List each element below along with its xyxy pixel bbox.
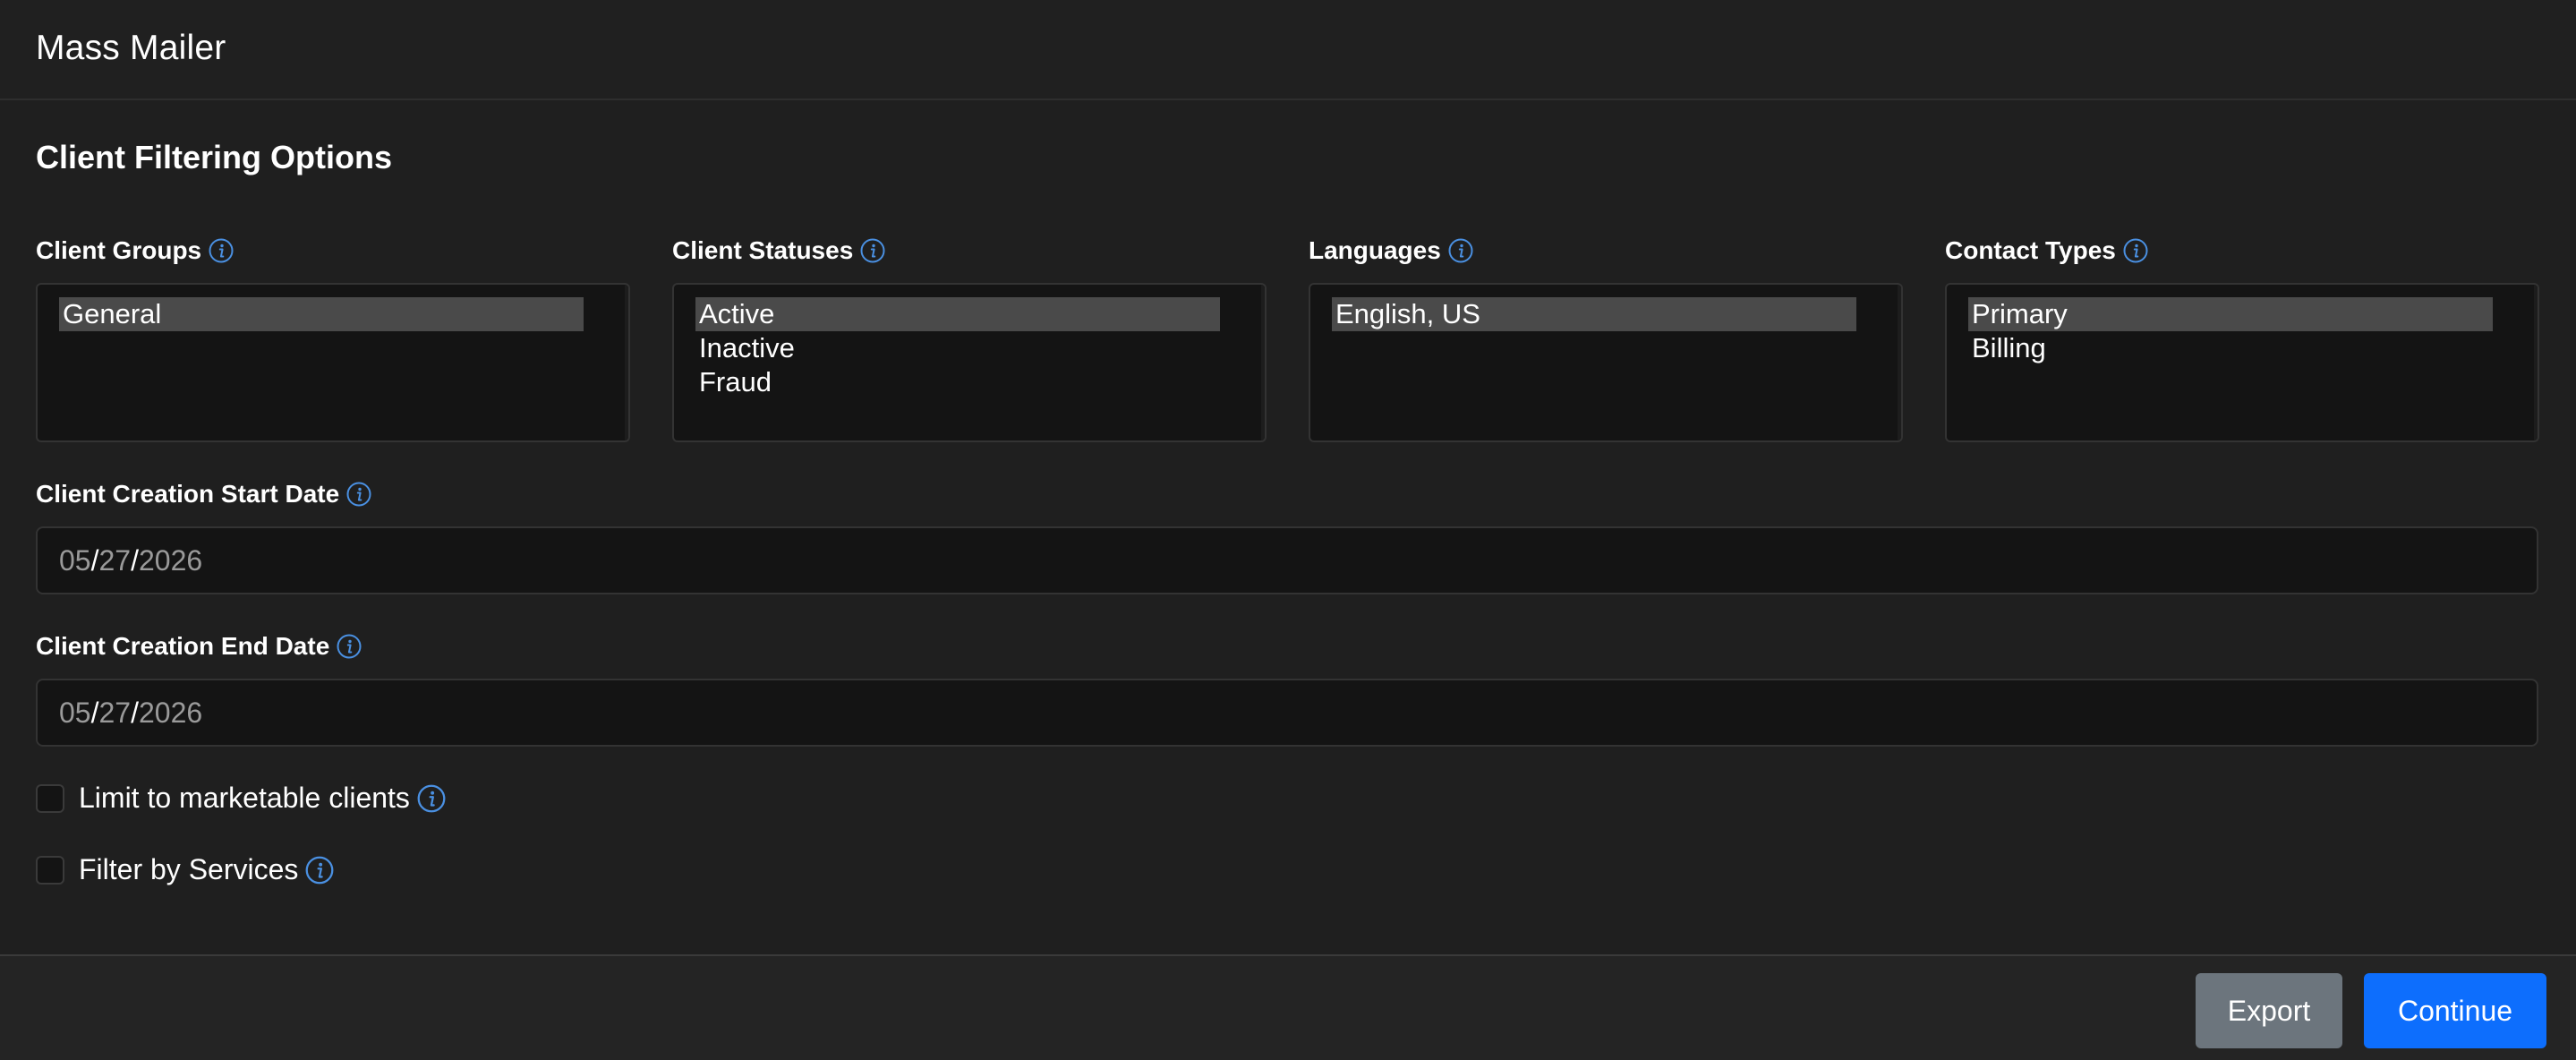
date-separator: / [90, 696, 99, 729]
export-button[interactable]: Export [2196, 973, 2342, 1048]
contact-types-label: Contact Types [1945, 236, 2148, 265]
start-date-label-text: Client Creation Start Date [36, 480, 340, 508]
end-date-month[interactable]: 05 [59, 697, 91, 730]
client-statuses-select[interactable]: Active Inactive Fraud [672, 283, 1267, 442]
info-icon[interactable] [860, 238, 885, 263]
languages-select[interactable]: English, US [1309, 283, 1903, 442]
filter-by-services-checkbox[interactable] [36, 855, 64, 885]
select-option[interactable]: English, US [1332, 297, 1856, 331]
listbox-scrollbar[interactable] [1261, 285, 1265, 440]
contact-types-select[interactable]: Primary Billing [1945, 283, 2539, 442]
end-date-input[interactable]: 05/27/2026 [36, 679, 2538, 747]
client-statuses-label: Client Statuses [672, 236, 885, 265]
info-icon[interactable] [337, 634, 362, 659]
marketable-clients-label[interactable]: Limit to marketable clients [79, 782, 410, 815]
client-groups-select[interactable]: General [36, 283, 630, 442]
start-date-day[interactable]: 27 [98, 544, 131, 577]
end-date-label: Client Creation End Date [36, 632, 362, 661]
modal-header: Mass Mailer [0, 0, 2576, 100]
select-option[interactable]: Inactive [695, 331, 1220, 365]
marketable-clients-checkbox[interactable] [36, 783, 64, 813]
client-statuses-label-text: Client Statuses [672, 236, 854, 264]
languages-label: Languages [1309, 236, 1473, 265]
filter-by-services-label[interactable]: Filter by Services [79, 853, 298, 886]
info-icon[interactable] [346, 482, 371, 507]
date-separator: / [131, 543, 139, 577]
select-option[interactable]: Primary [1968, 297, 2493, 331]
info-icon[interactable] [2123, 238, 2148, 263]
listbox-scrollbar[interactable] [625, 285, 628, 440]
start-date-input[interactable]: 05/27/2026 [36, 526, 2538, 594]
select-option[interactable]: Billing [1968, 331, 2493, 365]
info-icon[interactable] [209, 238, 234, 263]
info-icon[interactable] [1448, 238, 1473, 263]
info-icon[interactable] [417, 784, 446, 813]
contact-types-label-text: Contact Types [1945, 236, 2116, 264]
modal-footer: Export Continue [0, 954, 2576, 1060]
info-icon[interactable] [305, 856, 334, 885]
start-date-label: Client Creation Start Date [36, 480, 371, 509]
marketable-clients-option[interactable]: Limit to marketable clients [36, 782, 446, 815]
filter-by-services-option[interactable]: Filter by Services [36, 853, 334, 886]
select-option[interactable]: General [59, 297, 584, 331]
select-option[interactable]: Fraud [695, 365, 1220, 399]
client-groups-label-text: Client Groups [36, 236, 202, 264]
listbox-scrollbar[interactable] [1898, 285, 1901, 440]
languages-label-text: Languages [1309, 236, 1441, 264]
client-groups-label: Client Groups [36, 236, 234, 265]
date-separator: / [131, 696, 139, 729]
start-date-month[interactable]: 05 [59, 544, 91, 577]
date-separator: / [90, 543, 99, 577]
listbox-scrollbar[interactable] [2534, 285, 2538, 440]
end-date-label-text: Client Creation End Date [36, 632, 330, 660]
end-date-day[interactable]: 27 [98, 697, 131, 730]
modal-title: Mass Mailer [36, 29, 226, 67]
select-option[interactable]: Active [695, 297, 1220, 331]
continue-button[interactable]: Continue [2364, 973, 2546, 1048]
start-date-year[interactable]: 2026 [139, 544, 202, 577]
end-date-year[interactable]: 2026 [139, 697, 202, 730]
section-title: Client Filtering Options [36, 139, 392, 175]
